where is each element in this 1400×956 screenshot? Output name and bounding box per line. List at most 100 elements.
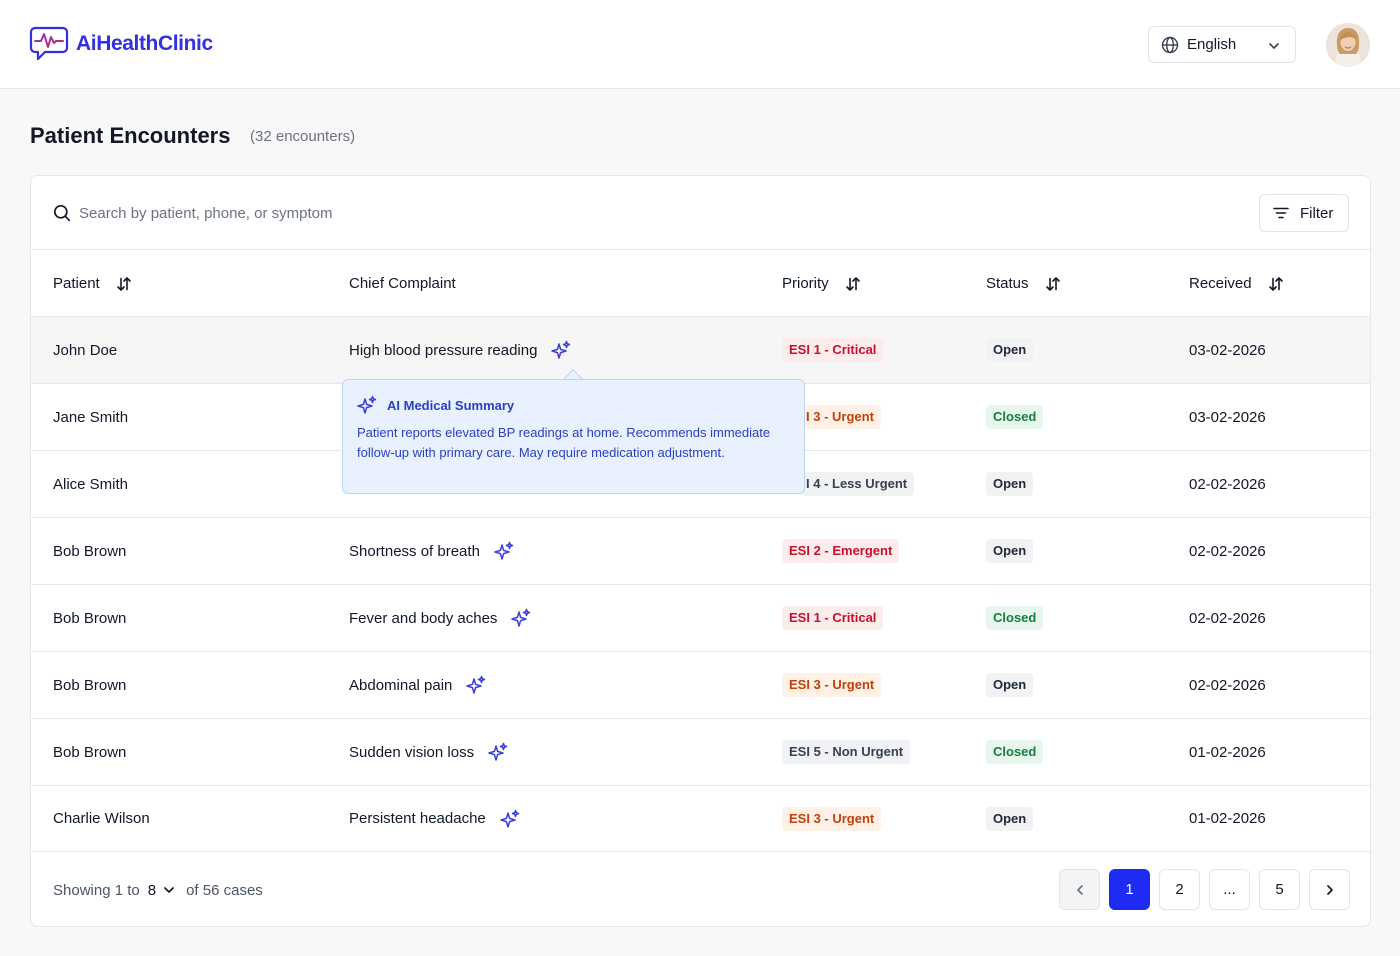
chief-complaint: Sudden vision loss: [349, 719, 508, 785]
chevron-down-icon: [164, 887, 174, 893]
filter-button[interactable]: Filter: [1259, 194, 1349, 232]
sort-icon[interactable]: [1268, 276, 1284, 292]
table-row[interactable]: Bob Brown Sudden vision loss ESI 5 - Non…: [31, 719, 1370, 786]
column-label: Received: [1189, 275, 1252, 292]
received-date: 02-02-2026: [1189, 475, 1266, 493]
status-badge: Closed: [986, 740, 1044, 764]
priority-badge: ESI 1 - Critical: [782, 338, 884, 362]
ai-sparkle-icon[interactable]: [466, 675, 486, 695]
received-date: 03-02-2026: [1189, 341, 1266, 359]
table-footer: Showing 1 to 8 of 56 cases 1 2 ... 5: [31, 852, 1370, 926]
sort-icon[interactable]: [845, 276, 861, 292]
patient-name: John Doe: [53, 341, 118, 359]
app-logo[interactable]: AiHealthClinic: [29, 25, 213, 63]
received-date: 01-02-2026: [1189, 743, 1266, 761]
received-date: 03-02-2026: [1189, 408, 1266, 426]
table-row[interactable]: John Doe High blood pressure reading ESI…: [31, 317, 1370, 384]
priority-cell: ESI 1 - Critical: [782, 317, 884, 383]
encounters-card: Filter Patient Chief Complaint Priority …: [30, 175, 1371, 927]
chevron-left-icon: [1076, 884, 1083, 895]
status-badge: Open: [986, 806, 1034, 831]
column-received[interactable]: Received: [1189, 250, 1284, 317]
logo-chat-heartbeat-icon: [29, 26, 69, 61]
search-input[interactable]: [79, 196, 679, 230]
ai-sparkle-icon[interactable]: [551, 340, 571, 360]
app-name: AiHealthClinic: [76, 32, 213, 55]
table-row[interactable]: Bob Brown Abdominal pain ESI 3 - Urgent …: [31, 652, 1370, 719]
patient-name: Charlie Wilson: [53, 810, 150, 827]
complaint-text: Fever and body aches: [349, 609, 498, 627]
chevron-right-icon: [1326, 884, 1333, 895]
priority-badge: I 3 - Urgent: [802, 405, 881, 429]
table-row[interactable]: Bob Brown Fever and body aches ESI 1 - C…: [31, 585, 1370, 652]
priority-cell: ESI 3 - Urgent: [782, 786, 882, 851]
status-cell: Closed: [986, 585, 1044, 651]
next-page-button[interactable]: [1309, 869, 1350, 910]
page-ellipsis[interactable]: ...: [1209, 869, 1250, 910]
prev-page-button[interactable]: [1059, 869, 1100, 910]
received-date: 02-02-2026: [1189, 676, 1266, 694]
complaint-text: Abdominal pain: [349, 676, 453, 694]
status-cell: Open: [986, 317, 1034, 383]
globe-icon: [1161, 36, 1179, 53]
priority-badge: ESI 2 - Emergent: [782, 539, 900, 563]
per-page-select[interactable]: 8: [148, 882, 176, 899]
ai-sparkle-icon[interactable]: [511, 608, 531, 628]
language-select[interactable]: English: [1148, 26, 1296, 63]
tooltip-header: AI Medical Summary: [357, 395, 790, 415]
priority-cell: I 4 - Less Urgent: [802, 451, 915, 517]
patient-name: Alice Smith: [53, 475, 129, 493]
received-date: 01-02-2026: [1189, 810, 1266, 827]
page-button-1[interactable]: 1: [1109, 869, 1150, 910]
chief-complaint: High blood pressure reading: [349, 317, 571, 383]
column-chief-complaint: Chief Complaint: [349, 250, 456, 317]
tooltip-body: Patient reports elevated BP readings at …: [357, 425, 771, 460]
priority-cell: I 3 - Urgent: [802, 384, 881, 450]
chief-complaint: Shortness of breath: [349, 518, 514, 584]
patient-name: Bob Brown: [53, 676, 127, 694]
priority-badge: ESI 5 - Non Urgent: [782, 740, 911, 764]
table-row[interactable]: Charlie Wilson Persistent headache ESI 3…: [31, 786, 1370, 852]
received-date: 02-02-2026: [1189, 542, 1266, 560]
search-icon: [53, 204, 71, 222]
status-badge: Closed: [986, 405, 1044, 429]
sort-icon[interactable]: [116, 276, 132, 292]
chief-complaint: Fever and body aches: [349, 585, 531, 651]
column-priority[interactable]: Priority: [782, 250, 861, 317]
patient-name: Bob Brown: [53, 609, 127, 627]
ai-sparkle-icon[interactable]: [494, 541, 514, 561]
complaint-text: High blood pressure reading: [349, 341, 538, 359]
column-status[interactable]: Status: [986, 250, 1061, 317]
priority-cell: ESI 5 - Non Urgent: [782, 719, 911, 785]
ai-summary-tooltip: AI Medical Summary Patient reports eleva…: [342, 379, 805, 494]
column-label: Chief Complaint: [349, 275, 456, 292]
ai-sparkle-icon[interactable]: [500, 809, 520, 829]
chevron-down-icon: [1269, 43, 1279, 49]
status-badge: Open: [986, 539, 1034, 563]
priority-badge: ESI 3 - Urgent: [782, 806, 882, 831]
column-label: Patient: [53, 275, 100, 292]
status-badge: Closed: [986, 606, 1044, 630]
status-badge: Open: [986, 472, 1034, 496]
chief-complaint: Abdominal pain: [349, 652, 486, 718]
column-patient[interactable]: Patient: [53, 250, 132, 317]
status-badge: Open: [986, 338, 1034, 362]
complaint-text: Persistent headache: [349, 810, 486, 827]
status-cell: Open: [986, 652, 1034, 718]
ai-sparkle-icon[interactable]: [488, 742, 508, 762]
search-bar: Filter: [31, 176, 1370, 250]
top-bar: AiHealthClinic English: [0, 0, 1400, 89]
patient-name: Jane Smith: [53, 408, 129, 426]
patient-name: Bob Brown: [53, 743, 127, 761]
chief-complaint: Persistent headache: [349, 786, 520, 851]
user-avatar[interactable]: [1326, 23, 1370, 67]
table-row[interactable]: Bob Brown Shortness of breath ESI 2 - Em…: [31, 518, 1370, 585]
priority-cell: ESI 2 - Emergent: [782, 518, 900, 584]
sort-icon[interactable]: [1045, 276, 1061, 292]
status-cell: Closed: [986, 384, 1044, 450]
page-button-2[interactable]: 2: [1159, 869, 1200, 910]
priority-badge: ESI 3 - Urgent: [782, 673, 882, 697]
status-badge: Open: [986, 673, 1034, 697]
page-button-5[interactable]: 5: [1259, 869, 1300, 910]
received-date: 02-02-2026: [1189, 609, 1266, 627]
